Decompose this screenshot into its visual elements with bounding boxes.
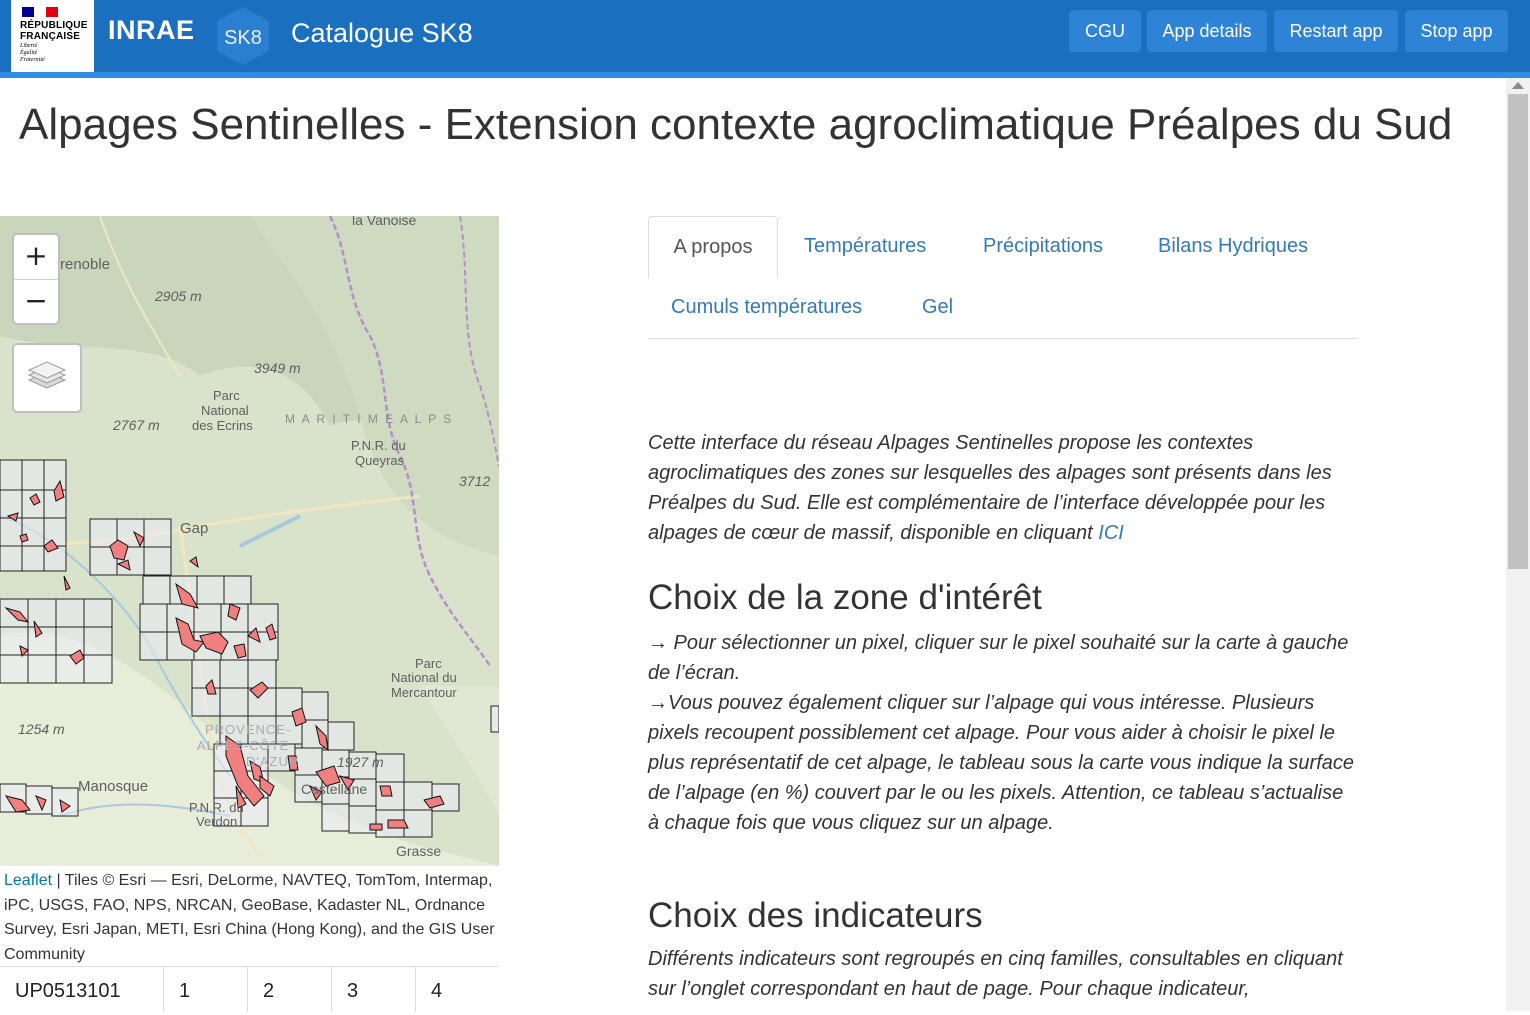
table-cell-1: 1 [164,967,248,1012]
table-cell-4: 4 [431,980,443,1002]
scrollbar-thumb[interactable] [1508,94,1528,569]
map-label-alt-3712: 3712 [459,473,491,489]
layers-control-button[interactable] [12,343,82,413]
map-label-mercantour-3: Mercantour [391,685,457,700]
leaflet-link[interactable]: Leaflet [4,872,52,889]
sk8-badge-text: SK8 [224,27,262,49]
table-cell-pixel-id: UP0513101 [0,967,164,1012]
map-label-verdon-2: Verdon [196,814,238,829]
french-flag-icon [22,7,58,17]
map-label-grenoble: renoble [60,256,111,273]
page-title: Alpages Sentinelles - Extension contexte… [19,100,1453,149]
tab-gel[interactable]: Gel [922,296,953,319]
map-label-verdon-1: P.N.R. du [189,800,244,815]
map-label-alt-2767: 2767 m [113,417,160,433]
ici-link[interactable]: ICI [1098,522,1124,544]
map-label-vanoise: la Vanoise [352,216,417,228]
map-label-provence-2: ALPES-CÔTE [197,738,290,753]
heading-indicateurs: Choix des indicateurs [648,896,983,935]
zoom-out-button[interactable]: − [14,280,58,324]
map-label-provence-1: PROVENCE- [205,722,292,737]
map-label-maritime-alps: M A R I T I M E A L P S [285,412,454,426]
republique-francaise-logo: RÉPUBLIQUE FRANÇAISE Liberté Égalité Frate… [11,0,94,72]
map-label-ecrins-3: des Ecrins [192,418,253,433]
map-label-mercantour-2: National du [391,670,457,685]
restart-app-button[interactable]: Restart app [1274,10,1398,52]
sk8-logo: SK8 [214,5,272,67]
app-details-button[interactable]: App details [1147,10,1267,52]
about-content: Cette interface du réseau Alpages Sentin… [648,428,1358,1004]
map-label-alt-3949: 3949 m [254,360,301,376]
zone-paragraph-1: → Pour sélectionner un pixel, cliquer su… [648,632,1349,684]
map-label-castellane: Castellane [301,781,368,797]
table-cell-3: 3 [332,967,416,1012]
indicateurs-paragraph: Différents indicateurs sont regroupés en… [648,948,1343,1000]
intro-text: Cette interface du réseau Alpages Sentin… [648,432,1332,544]
map-label-queyras-2: Queyras [355,453,405,468]
attribution-text: | Tiles © Esri — Esri, DeLorme, NAVTEQ, … [4,872,495,963]
map-label-manosque: Manosque [78,778,149,795]
rf-logo-line2: FRANÇAISE [20,31,81,42]
scroll-up-arrow-icon[interactable] [1512,82,1524,89]
page-scrollbar[interactable] [1506,78,1530,1011]
heading-zone-interet: Choix de la zone d'intérêt [648,578,1042,617]
app-title: Catalogue SK8 [291,18,473,48]
map-label-alt-2905: 2905 m [155,288,202,304]
map-label-gap: Gap [180,520,209,537]
cgu-button[interactable]: CGU [1069,10,1141,52]
rf-logo-motto: Liberté Égalité Fraternité [20,43,45,63]
map-label-grasse: Grasse [396,843,442,859]
alpages-map[interactable]: la Vanoise renoble 2905 m 3949 m 2767 m … [0,216,499,866]
inrae-logo: INRAE [108,15,195,45]
map-label-ecrins-1: Parc [213,388,240,403]
zoom-in-button[interactable]: + [14,235,58,280]
zoom-control: + − [12,233,60,325]
intro-paragraph: Cette interface du réseau Alpages Sentin… [648,428,1358,548]
tab-precipitations[interactable]: Précipitations [983,235,1103,258]
rf-logo-line1: RÉPUBLIQUE [20,20,88,31]
zone-paragraph-2: →Vous pouvez également cliquer sur l’alp… [648,692,1354,834]
map-label-ecrins-2: National [201,403,249,418]
map-label-queyras-1: P.N.R. du [351,438,406,453]
indicator-tabs: A propos Températures Précipitations Bil… [648,216,1358,339]
map-label-provence-3: D'AZUR [246,754,300,769]
layers-icon [27,361,67,389]
tab-cumuls-temperatures[interactable]: Cumuls températures [671,296,862,319]
map-label-alt-1927: 1927 m [337,754,384,770]
top-navbar: RÉPUBLIQUE FRANÇAISE Liberté Égalité Frate… [0,0,1530,78]
table-cell-2: 2 [248,967,332,1012]
stop-app-button[interactable]: Stop app [1405,10,1508,52]
map-label-mercantour-1: Parc [415,656,442,671]
pixel-coverage-table: UP0513101 1 2 3 4 [0,966,499,1012]
tab-a-propos[interactable]: A propos [648,216,778,279]
map-label-alt-1254: 1254 m [18,721,65,737]
tab-bilans-hydriques[interactable]: Bilans Hydriques [1158,235,1308,258]
map-attribution: Leaflet | Tiles © Esri — Esri, DeLorme, … [0,866,499,966]
tab-temperatures[interactable]: Températures [804,235,926,258]
